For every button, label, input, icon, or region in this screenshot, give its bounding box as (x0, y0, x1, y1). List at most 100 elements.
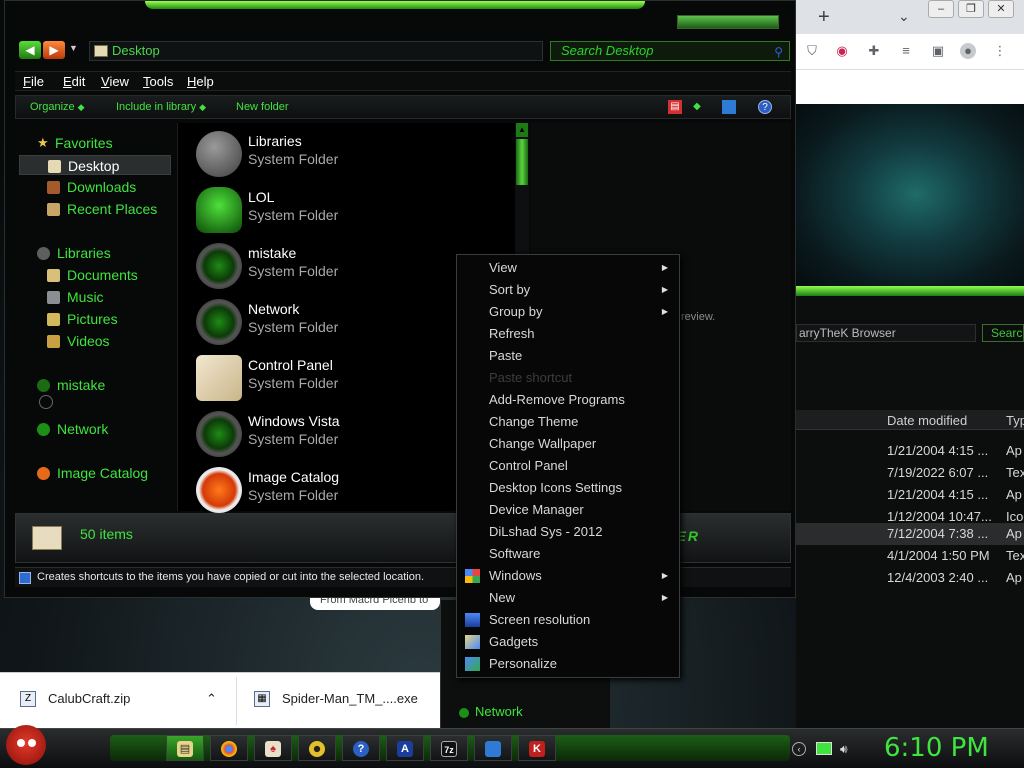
clock[interactable]: 6:10 PM (884, 733, 989, 763)
table-row[interactable]: 7/19/2022 6:07 ... Tex (796, 462, 1024, 484)
nav-libraries[interactable]: Libraries (19, 243, 171, 263)
file-item-lol[interactable]: LOL System Folder (192, 185, 492, 239)
context-menu-item-gadgets[interactable]: Gadgets (458, 631, 678, 653)
context-menu-item-paste-shortcut[interactable]: Paste shortcut (458, 367, 678, 389)
file-item-mistake[interactable]: mistake System Folder (192, 241, 492, 295)
address-bar[interactable]: Desktop ▼ ↻ (89, 41, 609, 61)
view-dropdown-icon[interactable]: ◆ (690, 100, 704, 114)
taskbar-help[interactable]: ? (342, 735, 380, 761)
side-panel-icon[interactable]: ▣ (930, 43, 946, 59)
organize-button[interactable]: Organize ◆ (30, 101, 85, 113)
context-menu-item-sort-by[interactable]: Sort by ▶ (458, 279, 678, 301)
taskbar-chrome[interactable] (210, 735, 248, 761)
taskbar-7zip[interactable]: 7z (430, 735, 468, 761)
media-queue-icon[interactable]: ≡ (898, 43, 914, 59)
context-menu-item-change-wallpaper[interactable]: Change Wallpaper (458, 433, 678, 455)
file-item-image-catalog[interactable]: Image Catalog System Folder (192, 465, 492, 519)
context-menu-item-group-by[interactable]: Group by ▶ (458, 301, 678, 323)
file-item-network[interactable]: Network System Folder (192, 297, 492, 351)
network-label[interactable]: Network (475, 704, 523, 719)
context-menu-item-dilshad-sys-2012[interactable]: DiLshad Sys - 2012 (458, 521, 678, 543)
taskbar-media-player[interactable] (298, 735, 336, 761)
context-menu-item-software[interactable]: Software (458, 543, 678, 565)
context-menu-item-new[interactable]: New ▶ (458, 587, 678, 609)
new-folder-button[interactable]: New folder (236, 101, 289, 113)
table-row[interactable]: 1/21/2004 4:15 ... Ap (796, 440, 1024, 462)
nav-network[interactable]: Network (19, 419, 171, 439)
column-type[interactable]: Typ (1006, 413, 1024, 428)
taskbar-photo-viewer[interactable]: ♠ (254, 735, 292, 761)
file-item-control-panel[interactable]: Control Panel System Folder (192, 353, 492, 407)
nav-mistake[interactable]: mistake (19, 375, 171, 395)
context-menu-item-windows[interactable]: Windows ▶ (458, 565, 678, 587)
context-menu-item-refresh[interactable]: Refresh (458, 323, 678, 345)
help-icon[interactable]: ? (758, 100, 772, 114)
tab-search-chevron-icon[interactable]: ⌄ (898, 8, 910, 25)
scroll-thumb[interactable] (516, 139, 528, 185)
column-date-modified[interactable]: Date modified (887, 413, 967, 428)
background-explorer-window[interactable]: arryTheK Browser Searc Date modified Typ… (796, 296, 1024, 736)
puzzle-extensions-icon[interactable]: ✚ (866, 43, 882, 59)
view-options-icon[interactable]: ▤ (668, 100, 682, 114)
taskbar-explorer[interactable]: ▤ (166, 735, 204, 761)
context-menu-item-control-panel[interactable]: Control Panel (458, 455, 678, 477)
taskbar-phone[interactable] (474, 735, 512, 761)
download-item[interactable]: Spider-Man_TM_....exe (282, 691, 418, 706)
file-item-windows-vista[interactable]: Windows Vista System Folder (192, 409, 492, 463)
nav-downloads[interactable]: Downloads (19, 177, 171, 197)
file-item-libraries[interactable]: Libraries System Folder (192, 129, 492, 183)
context-menu-item-change-theme[interactable]: Change Theme (458, 411, 678, 433)
search-input[interactable]: Search Desktop ⚲ (550, 41, 790, 61)
include-in-library-button[interactable]: Include in library ◆ (116, 101, 206, 113)
context-menu-item-device-manager[interactable]: Device Manager (458, 499, 678, 521)
menu-edit[interactable]: Edit (63, 74, 85, 89)
nav-pictures[interactable]: Pictures (19, 309, 171, 329)
table-row[interactable]: 7/12/2004 7:38 ... Ap (796, 523, 1024, 545)
nav-favorites[interactable]: ★ Favorites (19, 133, 171, 153)
context-menu-item-view[interactable]: View ▶ (458, 257, 678, 279)
search-icon[interactable]: ⚲ (774, 43, 783, 61)
context-menu-item-desktop-icons-settings[interactable]: Desktop Icons Settings (458, 477, 678, 499)
minimize-button[interactable]: – (928, 0, 954, 18)
new-tab-button[interactable]: + (818, 6, 830, 29)
table-row[interactable]: 12/4/2003 2:40 ... Ap (796, 567, 1024, 589)
menu-file[interactable]: File (23, 74, 44, 89)
shield-extension-icon[interactable]: ⛉ (804, 43, 820, 59)
close-button[interactable]: ✕ (988, 0, 1014, 18)
network-status-icon[interactable] (816, 742, 832, 755)
bg-search-box[interactable]: Searc (982, 324, 1024, 342)
nav-documents[interactable]: Documents (19, 265, 171, 285)
taskbar-font-app[interactable]: A (386, 735, 424, 761)
nav-music[interactable]: Music (19, 287, 171, 307)
nav-videos[interactable]: Videos (19, 331, 171, 351)
menu-help[interactable]: Help (187, 74, 214, 89)
tray-expand-icon[interactable]: ‹ (792, 742, 806, 756)
taskbar-k-app[interactable]: K (518, 735, 556, 761)
kebab-menu-icon[interactable]: ⋮ (992, 43, 1008, 59)
restore-button[interactable]: ❐ (958, 0, 984, 18)
chevron-up-icon[interactable]: ⌃ (206, 691, 217, 707)
context-menu-item-add-remove-programs[interactable]: Add-Remove Programs (458, 389, 678, 411)
context-menu-item-personalize[interactable]: Personalize (458, 653, 678, 675)
bg-address-bar[interactable]: arryTheK Browser (796, 324, 976, 342)
download-item[interactable]: CalubCraft.zip (48, 691, 130, 706)
menu-tools[interactable]: Tools (143, 74, 173, 89)
nav-image-catalog[interactable]: Image Catalog (19, 463, 171, 483)
table-row[interactable]: 4/1/2004 1:50 PM Tex (796, 545, 1024, 567)
preview-pane-icon[interactable] (722, 100, 736, 114)
recent-pages-chevron-icon[interactable]: ▼ (69, 43, 78, 53)
nav-recent-places[interactable]: Recent Places (19, 199, 171, 219)
table-row[interactable]: 1/21/2004 4:15 ... Ap (796, 484, 1024, 506)
window-controls[interactable] (677, 15, 779, 29)
flag-extension-icon[interactable]: ◉ (834, 43, 850, 59)
volume-icon[interactable]: 🔊︎ (840, 742, 848, 757)
profile-avatar-icon[interactable]: ● (960, 43, 976, 59)
menu-view[interactable]: View (101, 74, 129, 89)
start-button[interactable] (6, 725, 46, 765)
context-menu-item-screen-resolution[interactable]: Screen resolution (458, 609, 678, 631)
nav-desktop[interactable]: Desktop (19, 155, 171, 175)
scroll-up-arrow-icon[interactable]: ▲ (516, 123, 528, 137)
back-button[interactable]: ◀ (19, 41, 41, 59)
forward-button[interactable]: ▶ (43, 41, 65, 59)
context-menu-item-paste[interactable]: Paste (458, 345, 678, 367)
